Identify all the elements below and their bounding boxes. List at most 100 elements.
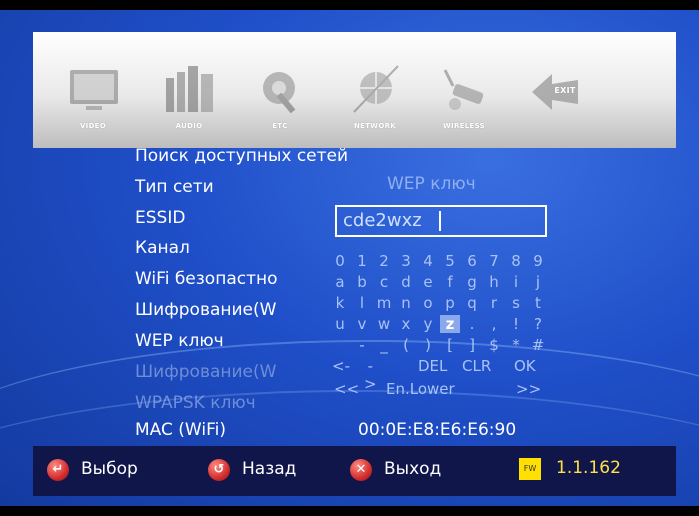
wireless-router-icon — [443, 69, 484, 110]
menu-wireless[interactable]: WIRELESS — [419, 56, 509, 144]
key[interactable]: - — [352, 336, 372, 354]
key[interactable]: 8 — [506, 252, 526, 270]
key[interactable]: * — [506, 336, 526, 354]
menu-exit-label: EXIT — [554, 86, 576, 95]
key[interactable]: r — [484, 294, 504, 312]
key-next-mode[interactable]: >> — [516, 380, 541, 398]
wifi-security-label[interactable]: WiFi безопастно — [135, 269, 315, 289]
key[interactable]: 2 — [374, 252, 394, 270]
speakers-icon — [166, 66, 213, 112]
key-mode-en-lower[interactable]: En.Lower — [386, 380, 455, 398]
top-menu-bar: VIDEO AUDIO ETC NETWORK WIRELESS EXIT — [33, 32, 676, 148]
key[interactable]: _ — [374, 336, 394, 354]
key-delete[interactable]: DEL — [418, 357, 447, 375]
key[interactable]: d — [396, 273, 416, 291]
key[interactable]: $ — [484, 336, 504, 354]
mac-wifi-value: 00:0E:E8:E6:E6:90 — [358, 420, 517, 440]
key[interactable]: # — [528, 336, 548, 354]
key[interactable]: c — [374, 273, 394, 291]
key[interactable]: , — [484, 315, 504, 333]
gear-wrench-icon — [263, 72, 296, 114]
key[interactable]: n — [396, 294, 416, 312]
menu-video-label: VIDEO — [79, 122, 107, 130]
globe-cable-icon — [353, 65, 399, 113]
menu-network[interactable]: NETWORK — [330, 56, 420, 144]
encryption-label[interactable]: Шифрование(W — [135, 300, 315, 320]
hint-select-label: Выбор — [81, 459, 138, 479]
essid-label[interactable]: ESSID — [135, 208, 185, 228]
wpapsk-key-label: WPAPSK ключ — [135, 393, 256, 413]
key[interactable]: b — [352, 273, 372, 291]
key[interactable]: e — [418, 273, 438, 291]
key[interactable]: s — [506, 294, 526, 312]
key-prev-mode[interactable]: << — [334, 380, 359, 398]
key[interactable]: 0 — [330, 252, 350, 270]
key[interactable]: 7 — [484, 252, 504, 270]
menu-audio[interactable]: AUDIO — [144, 56, 234, 144]
key[interactable]: ! — [506, 315, 526, 333]
channel-label[interactable]: Канал — [135, 238, 190, 258]
key[interactable]: ? — [528, 315, 548, 333]
key[interactable]: y — [418, 315, 438, 333]
enter-icon: ↵ — [47, 459, 69, 481]
key[interactable]: o — [418, 294, 438, 312]
menu-etc-label: ETC — [272, 122, 288, 130]
key[interactable]: 9 — [528, 252, 548, 270]
firmware-icon: FW — [519, 458, 541, 480]
key-left-arrow[interactable]: <- — [332, 357, 350, 375]
key[interactable]: h — [484, 273, 504, 291]
key[interactable]: i — [506, 273, 526, 291]
search-networks-item[interactable]: Поиск доступных сетей — [135, 146, 348, 166]
key-ok[interactable]: OK — [514, 357, 536, 375]
hint-back-label: Назад — [242, 459, 297, 479]
key[interactable]: p — [440, 294, 460, 312]
menu-video[interactable]: VIDEO — [48, 56, 138, 144]
bottom-hint-bar: ↵ Выбор ↺ Назад ✕ Выход FW 1.1.162 — [33, 446, 676, 496]
back-icon: ↺ — [208, 459, 230, 481]
mac-wifi-label: MAC (WiFi) — [135, 420, 226, 440]
key[interactable]: k — [330, 294, 350, 312]
menu-network-label: NETWORK — [353, 122, 396, 130]
network-type-value: WEP ключ — [387, 174, 476, 194]
key-clear[interactable]: CLR — [462, 357, 491, 375]
key[interactable]: [ — [440, 336, 460, 354]
key[interactable]: 6 — [462, 252, 482, 270]
key[interactable]: t — [528, 294, 548, 312]
key[interactable]: q — [462, 294, 482, 312]
key[interactable]: 5 — [440, 252, 460, 270]
key[interactable]: a — [330, 273, 350, 291]
key[interactable]: f — [440, 273, 460, 291]
key[interactable]: ] — [462, 336, 482, 354]
key[interactable]: u — [330, 315, 350, 333]
key[interactable]: 1 — [352, 252, 372, 270]
tv-icon — [70, 70, 118, 110]
encryption-disabled-label: Шифрование(W — [135, 362, 277, 382]
menu-audio-label: AUDIO — [175, 122, 203, 130]
key[interactable]: . — [462, 315, 482, 333]
onscreen-keyboard: 0 1 2 3 4 5 6 7 8 9 a b c d e f g h i j … — [330, 252, 550, 412]
key[interactable]: g — [462, 273, 482, 291]
key[interactable]: w — [374, 315, 394, 333]
key[interactable]: ( — [396, 336, 416, 354]
network-type-label[interactable]: Тип сети — [135, 177, 214, 197]
key[interactable]: m — [374, 294, 394, 312]
wep-key-label[interactable]: WEP ключ — [135, 331, 224, 351]
menu-exit[interactable]: EXIT — [510, 56, 600, 144]
key[interactable]: j — [528, 273, 548, 291]
key[interactable]: 4 — [418, 252, 438, 270]
key[interactable]: 3 — [396, 252, 416, 270]
key-selected[interactable]: z — [440, 315, 460, 333]
text-cursor — [439, 211, 441, 231]
hint-exit-label: Выход — [384, 459, 442, 479]
key-right-arrow[interactable]: -> — [364, 357, 377, 393]
exit-icon: ✕ — [350, 459, 372, 481]
menu-etc[interactable]: ETC — [235, 56, 325, 144]
firmware-version: 1.1.162 — [556, 458, 621, 478]
key[interactable]: ) — [418, 336, 438, 354]
tv-screen: VIDEO AUDIO ETC NETWORK WIRELESS EXIT По… — [0, 10, 699, 506]
menu-wireless-label: WIRELESS — [443, 122, 485, 130]
key[interactable]: v — [352, 315, 372, 333]
essid-input-text: cde2wxz — [343, 210, 422, 231]
key[interactable]: l — [352, 294, 372, 312]
key[interactable]: x — [396, 315, 416, 333]
